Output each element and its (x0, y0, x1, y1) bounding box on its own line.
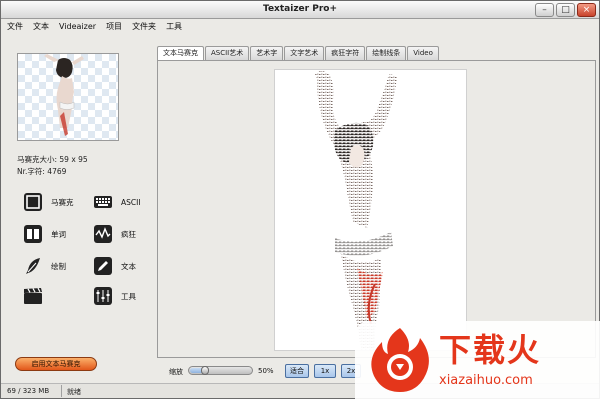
site-watermark: 下载火 xiazaihuo.com (355, 321, 600, 399)
minimize-button[interactable]: – (535, 3, 554, 17)
sliders-icon (94, 287, 112, 305)
mode-draw-label: 绘制 (51, 261, 66, 271)
left-panel: 马赛克大小: 59 x 95 Nr.字符: 4769 马赛克 ASCII 单词 … (9, 45, 149, 385)
mode-ascii-label: ASCII (121, 197, 141, 207)
menu-videaizer[interactable]: Videaizer (59, 22, 96, 31)
tab-draw-lines[interactable]: 绘制线条 (366, 46, 407, 60)
tab-word-art[interactable]: 艺术字 (250, 46, 284, 60)
tab-video[interactable]: Video (407, 46, 439, 60)
mosaic-icon (24, 193, 42, 211)
tab-text-mosaic[interactable]: 文本马赛克 (157, 46, 204, 61)
memory-status: 69 / 323 MB (7, 387, 50, 395)
menu-file[interactable]: 文件 (7, 21, 23, 32)
zoom-slider-thumb[interactable] (201, 366, 209, 375)
mode-words-button[interactable]: 单词 (23, 223, 93, 245)
tab-crazy-chars[interactable]: 疯狂字符 (325, 46, 366, 60)
pencil-icon (94, 257, 112, 275)
mode-tools-button[interactable]: 工具 (93, 285, 163, 307)
flame-logo-icon (371, 328, 429, 392)
ready-status: 就绪 (67, 388, 81, 396)
mode-mosaic-label: 马赛克 (51, 197, 74, 207)
maximize-button[interactable]: □ (556, 3, 575, 17)
zoom-fit-button[interactable]: 适合 (285, 364, 309, 378)
enable-text-mosaic-button[interactable]: 启用文本马赛克 (15, 357, 97, 371)
watermark-url: xiazaihuo.com (439, 373, 533, 388)
mode-ascii-button[interactable]: ASCII (93, 191, 163, 213)
mode-crazy-label: 疯狂 (121, 229, 136, 239)
mode-video-button[interactable] (23, 285, 93, 307)
mosaic-size-info: 马赛克大小: 59 x 95 (17, 155, 88, 164)
zoom-1x-button[interactable]: 1x (314, 364, 336, 378)
mode-text-label: 文本 (121, 261, 136, 271)
mode-mosaic-button[interactable]: 马赛克 (23, 191, 93, 213)
tab-strip: 文本马赛克 ASCII艺术 艺术字 文字艺术 疯狂字符 绘制线条 Video (157, 46, 440, 61)
zoom-label: 缩放 (169, 368, 183, 376)
status-separator (61, 385, 62, 397)
zoom-slider[interactable] (188, 366, 253, 375)
menu-folder[interactable]: 文件夹 (132, 21, 156, 32)
close-button[interactable]: × (577, 3, 596, 17)
mode-words-label: 单词 (51, 229, 66, 239)
tab-ascii-art[interactable]: ASCII艺术 (205, 46, 250, 60)
title-bar: Textaizer Pro+ – □ × (1, 1, 599, 19)
book-icon (24, 225, 42, 243)
source-image-thumbnail[interactable] (17, 53, 119, 141)
clapper-icon (24, 287, 42, 304)
menu-tools[interactable]: 工具 (166, 21, 182, 32)
tab-text-art[interactable]: 文字艺术 (284, 46, 325, 60)
menu-text[interactable]: 文本 (33, 21, 49, 32)
menu-bar: 文件 文本 Videaizer 项目 文件夹 工具 (1, 19, 599, 33)
waveform-icon (94, 225, 112, 243)
keyboard-icon (94, 196, 112, 208)
zoom-value: 50% (258, 367, 274, 375)
menu-project[interactable]: 项目 (106, 21, 122, 32)
mode-crazy-button[interactable]: 疯狂 (93, 223, 163, 245)
mosaic-preview-image[interactable] (274, 69, 467, 351)
mode-tools-label: 工具 (121, 291, 136, 301)
window-title: Textaizer Pro+ (263, 4, 337, 14)
char-count-info: Nr.字符: 4769 (17, 167, 67, 176)
mode-text-button[interactable]: 文本 (93, 255, 163, 277)
portrait-thumbnail-image (44, 54, 84, 136)
mosaic-portrait-image (315, 71, 397, 350)
mode-draw-button[interactable]: 绘制 (23, 255, 93, 277)
window-controls: – □ × (535, 3, 596, 17)
watermark-text: 下载火 (439, 331, 542, 369)
feather-icon (26, 258, 40, 274)
